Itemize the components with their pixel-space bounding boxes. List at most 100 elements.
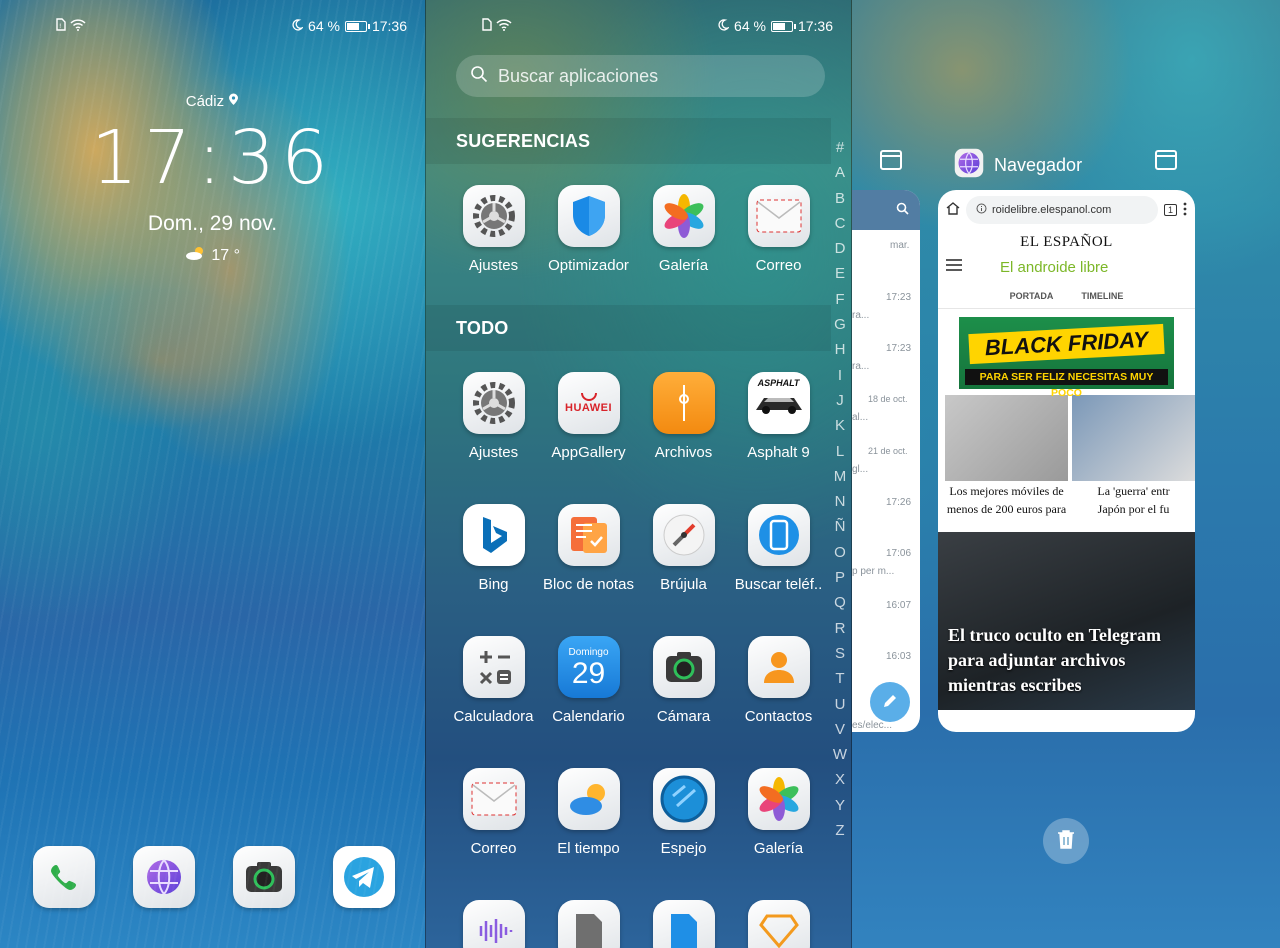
app-correo[interactable]: Correo — [731, 185, 826, 274]
diamond-icon — [747, 900, 810, 948]
alphabet-letter[interactable]: J — [832, 388, 848, 413]
app-bloc-de-notas[interactable]: Bloc de notas — [541, 504, 636, 593]
alphabet-letter[interactable]: Q — [832, 590, 848, 615]
recent-card-browser[interactable]: roidelibre.elespanol.com 1 EL ESPAÑOL El… — [938, 190, 1195, 732]
moon-icon — [717, 18, 730, 34]
location-pin-icon — [228, 93, 239, 110]
app-correo[interactable]: Correo — [446, 768, 541, 857]
site-logo[interactable]: El androide libre — [1000, 259, 1108, 276]
app-brujula[interactable]: Brújula — [636, 504, 731, 593]
tab-portada[interactable]: PORTADA — [1010, 291, 1054, 301]
window-icon[interactable] — [1155, 150, 1177, 170]
app-optimizador[interactable]: Optimizador — [541, 185, 636, 274]
info-icon — [976, 203, 987, 217]
status-bar: ! 64 % 17:36 — [0, 16, 425, 36]
alphabet-letter[interactable]: X — [832, 767, 848, 792]
alphabet-index[interactable]: # A B C D E F G H I J K L M N Ñ O P Q R S T U V W X Y Z — [832, 135, 848, 843]
files-icon — [652, 372, 715, 434]
app-grabadora[interactable] — [446, 900, 541, 948]
app-asphalt-9[interactable]: ASPHALT Asphalt 9 — [731, 372, 826, 461]
gallery-icon — [652, 185, 715, 247]
alphabet-letter[interactable]: F — [832, 287, 848, 312]
alphabet-letter[interactable]: Z — [832, 818, 848, 843]
sim-card-icon — [652, 900, 715, 948]
tab-count[interactable]: 1 — [1163, 204, 1177, 216]
alphabet-letter[interactable]: G — [832, 312, 848, 337]
app-el-tiempo[interactable]: El tiempo — [541, 768, 636, 857]
black-friday-ad[interactable]: BLACK FRIDAY PARA SER FELIZ NECESITAS MU… — [959, 317, 1174, 399]
hero-article[interactable]: El truco oculto en Telegram para adjunta… — [938, 532, 1195, 710]
alphabet-letter[interactable]: N — [832, 489, 848, 514]
window-icon[interactable] — [880, 150, 902, 170]
alphabet-letter[interactable]: T — [832, 666, 848, 691]
site-tabs: PORTADA TIMELINE — [938, 283, 1195, 309]
app-sim[interactable] — [541, 900, 636, 948]
app-search-input[interactable]: Buscar aplicaciones — [456, 55, 825, 97]
recent-apps: Navegador mar. 17:23 ra... 17:23 ra... 1… — [852, 0, 1280, 948]
alphabet-letter[interactable]: P — [832, 565, 848, 590]
app-ajustes[interactable]: Ajustes — [446, 372, 541, 461]
app-sim-2[interactable] — [636, 900, 731, 948]
alphabet-letter[interactable]: D — [832, 236, 848, 261]
browser-icon[interactable] — [133, 846, 195, 908]
app-calculadora[interactable]: Calculadora — [446, 636, 541, 725]
clear-all-button[interactable] — [1043, 818, 1089, 864]
alphabet-letter[interactable]: B — [832, 186, 848, 211]
app-tips[interactable] — [731, 900, 826, 948]
app-bing[interactable]: Bing — [446, 504, 541, 593]
app-appgallery[interactable]: HUAWEI AppGallery — [541, 372, 636, 461]
hamburger-menu-icon[interactable] — [946, 258, 962, 276]
app-camara[interactable]: Cámara — [636, 636, 731, 725]
compose-button[interactable] — [870, 682, 910, 722]
alphabet-letter[interactable]: E — [832, 261, 848, 286]
alphabet-letter[interactable]: U — [832, 692, 848, 717]
settings-icon — [462, 185, 525, 247]
app-ajustes[interactable]: Ajustes — [446, 185, 541, 274]
alphabet-letter[interactable]: W — [832, 742, 848, 767]
mirror-icon — [652, 768, 715, 830]
app-contactos[interactable]: Contactos — [731, 636, 826, 725]
telegram-icon[interactable] — [333, 846, 395, 908]
recent-card-telegram[interactable]: mar. 17:23 ra... 17:23 ra... 18 de oct. … — [852, 190, 920, 732]
app-galeria[interactable]: Galería — [636, 185, 731, 274]
alphabet-letter[interactable]: Y — [832, 793, 848, 818]
chat-snippet: al... — [852, 412, 869, 423]
alphabet-letter[interactable]: L — [832, 439, 848, 464]
app-espejo[interactable]: Espejo — [636, 768, 731, 857]
home-icon[interactable] — [946, 202, 960, 218]
alphabet-letter[interactable]: O — [832, 540, 848, 565]
app-archivos[interactable]: Archivos — [636, 372, 731, 461]
tab-timeline[interactable]: TIMELINE — [1081, 291, 1123, 301]
alphabet-letter[interactable]: A — [832, 160, 848, 185]
chat-time: mar. — [890, 240, 910, 251]
news-item[interactable]: La 'guerra' entr Japón por el fu — [1072, 395, 1195, 517]
app-buscar-telefono[interactable]: Buscar teléf.. — [731, 504, 826, 593]
suggestions-header: SUGERENCIAS — [426, 118, 831, 164]
alphabet-letter[interactable]: V — [832, 717, 848, 742]
pencil-icon — [882, 693, 898, 712]
alphabet-letter[interactable]: Ñ — [832, 514, 848, 539]
alphabet-letter[interactable]: M — [832, 464, 848, 489]
alphabet-letter[interactable]: H — [832, 337, 848, 362]
alphabet-letter[interactable]: S — [832, 641, 848, 666]
alphabet-letter[interactable]: K — [832, 413, 848, 438]
alphabet-letter[interactable]: R — [832, 616, 848, 641]
chat-snippet: ra... — [852, 361, 870, 372]
alphabet-letter[interactable]: C — [832, 211, 848, 236]
alphabet-letter[interactable]: I — [832, 363, 848, 388]
url-field[interactable]: roidelibre.elespanol.com — [966, 196, 1158, 224]
all-apps-header: TODO — [426, 305, 831, 351]
app-calendario[interactable]: Domingo 29 Calendario — [541, 636, 636, 725]
phone-icon[interactable] — [33, 846, 95, 908]
ad-title: BLACK FRIDAY — [968, 323, 1165, 365]
alphabet-letter[interactable]: # — [832, 135, 848, 160]
news-photo — [1072, 395, 1195, 481]
camera-icon[interactable] — [233, 846, 295, 908]
app-galeria[interactable]: Galería — [731, 768, 826, 857]
chat-time: 16:03 — [886, 651, 912, 662]
battery-icon — [770, 20, 796, 32]
more-menu-icon[interactable] — [1183, 202, 1187, 219]
chat-time: 17:23 — [886, 292, 912, 303]
shield-icon — [557, 185, 620, 247]
news-item[interactable]: Los mejores móviles de menos de 200 euro… — [945, 395, 1068, 517]
